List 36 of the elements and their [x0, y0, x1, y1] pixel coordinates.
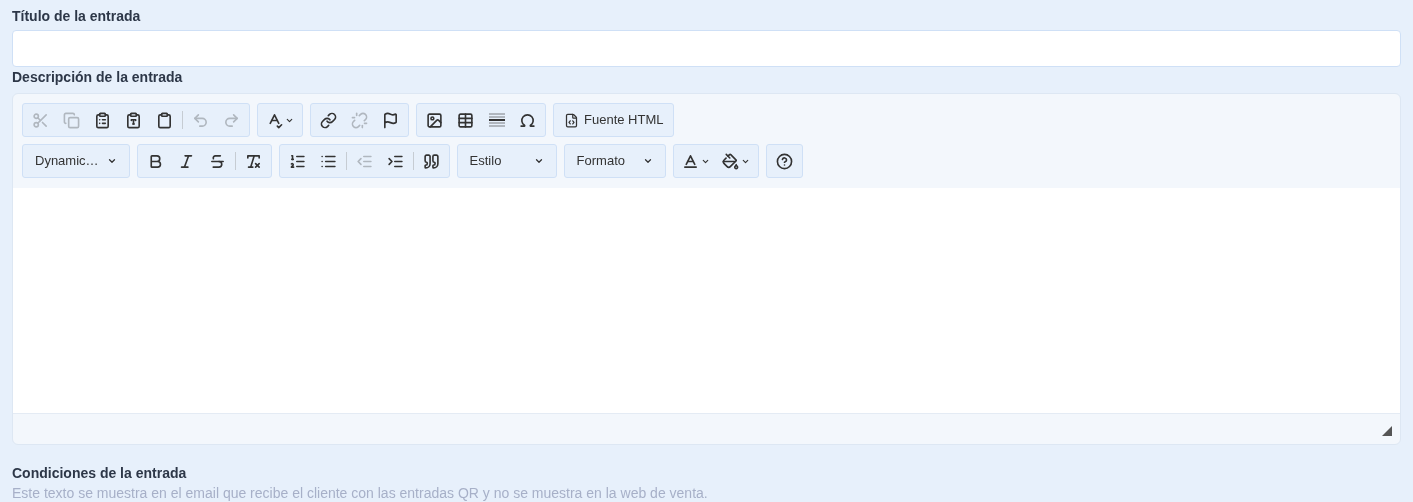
quote-icon [422, 152, 440, 170]
link-icon [320, 111, 337, 129]
flag-icon [382, 111, 399, 129]
caret-icon [533, 156, 544, 166]
dropdown-select[interactable]: Formato [566, 145, 663, 177]
horizontal-rule-icon [488, 113, 505, 127]
spellcheck-icon [266, 111, 283, 129]
resize-handle-icon[interactable] [1382, 426, 1392, 436]
table-icon [457, 111, 474, 129]
numbered-list-icon [288, 152, 306, 170]
omega-icon [519, 111, 536, 129]
paint-bucket-icon [721, 152, 739, 170]
field-label: Descripción de la entrada [12, 69, 184, 85]
field-hint: Este texto se muestra en el email que recibe el cliente con las entradas QR y no se muestra en la web de venta. [12, 485, 709, 501]
source-button[interactable]: Fuente HTML [556, 104, 672, 136]
redo-icon [223, 111, 240, 129]
clear-format-icon [244, 152, 262, 170]
dropdown-select[interactable]: Dynamic… [25, 145, 127, 177]
clipboard-text-icon [125, 111, 142, 129]
clipboard-icon [94, 111, 111, 129]
strikethrough-icon [208, 152, 226, 170]
clipboard-icon [156, 111, 173, 129]
field-label: Condiciones de la entrada [12, 465, 188, 481]
undo-icon [192, 111, 209, 129]
scissors-icon [32, 111, 49, 129]
copy-icon [63, 111, 80, 129]
text-color-icon [681, 152, 699, 170]
help-icon [775, 152, 793, 170]
unlink-icon [351, 111, 368, 129]
caret-icon [642, 156, 653, 166]
code-file-icon [564, 112, 579, 128]
dropdown-select[interactable]: Estilo [459, 145, 554, 177]
image-icon [426, 111, 443, 129]
caret-icon [106, 156, 117, 166]
title-input[interactable] [12, 30, 1401, 67]
field-label: Título de la entrada [12, 8, 142, 24]
